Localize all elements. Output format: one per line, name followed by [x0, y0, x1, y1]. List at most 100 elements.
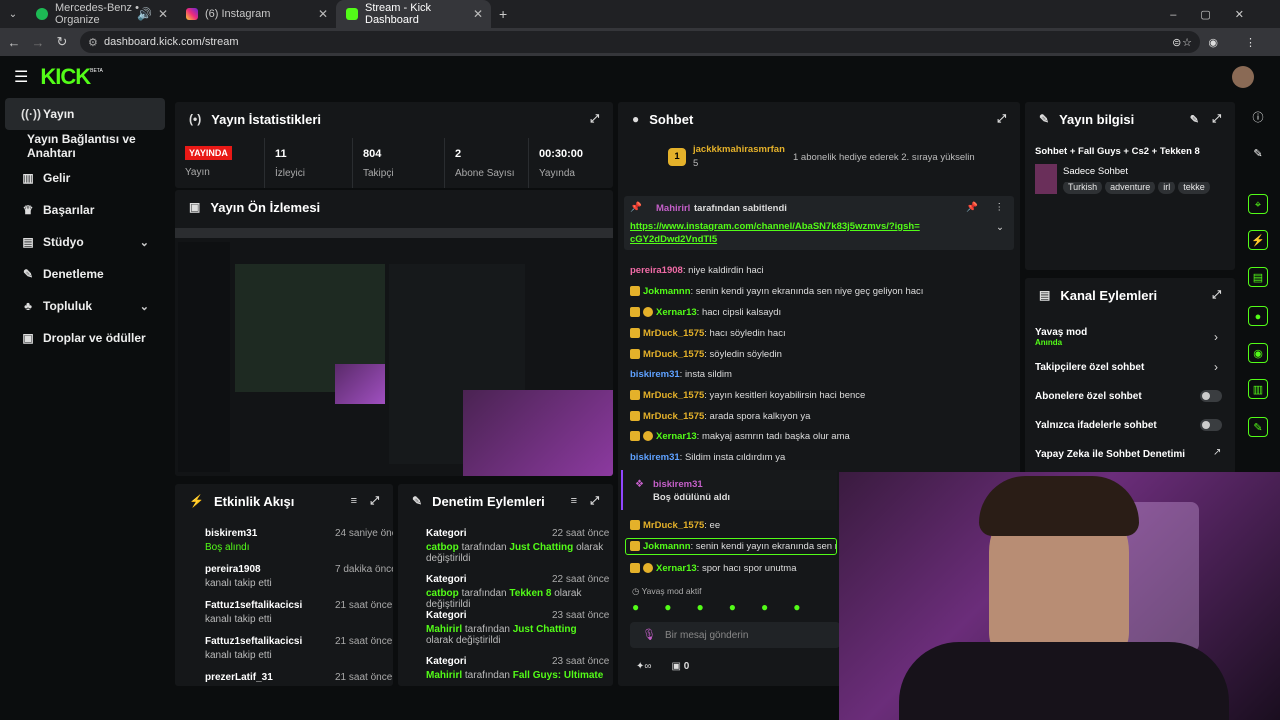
message-user[interactable]: Jokmannn	[643, 541, 691, 552]
window-controls[interactable]: –▢✕	[1170, 8, 1268, 21]
message-user[interactable]: MrDuck_1575	[643, 349, 704, 360]
expand-icon[interactable]: ⤢	[1212, 113, 1221, 126]
sidebar-item-gelir[interactable]: ▥ Gelir	[5, 162, 165, 194]
new-tab-icon[interactable]: +	[499, 6, 507, 22]
sidebar-item-droplar[interactable]: ▣ Droplar ve ödüller	[5, 322, 165, 354]
crown-badge-icon	[630, 563, 640, 574]
chevron-down-icon[interactable]: ⌄	[996, 222, 1004, 233]
emote-only-toggle[interactable]	[1200, 419, 1222, 431]
menu-icon[interactable]: ☰	[14, 67, 28, 87]
crown-badge-icon	[630, 411, 640, 422]
emote-bar[interactable]: ●●●●●●	[632, 600, 838, 616]
expand-icon[interactable]: ⤢	[590, 113, 599, 126]
action-slow-mode[interactable]: Yavaş mod Anında	[1035, 327, 1087, 347]
lightning-icon[interactable]: ⚡	[1248, 230, 1268, 250]
document-icon[interactable]: ▤	[1248, 267, 1268, 287]
chat-message: MrDuck_1575: yayın kesitleri koyabilirsi…	[630, 390, 865, 401]
right-rail: ⓘ ✎ ⌖ ⚡ ▤ ● ◉ ▥ ✎	[1240, 100, 1280, 470]
event-desc: kanalı takip etti	[205, 650, 272, 661]
chevron-right-icon[interactable]: ›	[1214, 330, 1218, 344]
preview-video[interactable]	[175, 228, 613, 476]
close-icon[interactable]: ✕	[318, 7, 328, 21]
sidebar-item-studyo[interactable]: ▤ Stüdyo ⌄	[5, 226, 165, 258]
message-user[interactable]: pereira1908	[630, 265, 683, 276]
edit-icon[interactable]: ✎	[1248, 144, 1268, 164]
forward-icon[interactable]: →	[26, 35, 50, 50]
tab-instagram[interactable]: (6) Instagram ✕	[176, 0, 336, 28]
sidebar-item-denetleme[interactable]: ✎ Denetleme	[5, 258, 165, 290]
close-icon[interactable]: ✕	[158, 7, 168, 21]
more-icon[interactable]: ⋮	[995, 202, 1005, 213]
sidebar-item-basarilar[interactable]: ♛ Başarılar	[5, 194, 165, 226]
info-icon[interactable]: ⓘ	[1248, 108, 1268, 128]
expand-icon[interactable]: ⤢	[590, 495, 599, 508]
message-user[interactable]: biskirem31	[630, 369, 680, 380]
spotify-icon	[36, 8, 48, 20]
sidebar-item-stream-key[interactable]: Yayın Bağlantısı ve Anahtarı	[5, 130, 165, 162]
expand-icon[interactable]: ⤢	[1212, 289, 1221, 302]
points-icon[interactable]: ✦∞	[636, 661, 652, 672]
action-ai-moderation[interactable]: Yapay Zeka ile Sohbet Denetimi	[1035, 449, 1185, 460]
tab-kick-dashboard[interactable]: Stream - Kick Dashboard ✕	[336, 0, 491, 28]
external-link-icon[interactable]: ↗	[1213, 447, 1221, 458]
event-user: Mahirirl	[426, 624, 463, 635]
kick-logo[interactable]: KICK	[40, 64, 91, 90]
gift-leaderboard[interactable]: 1 jackkkmahirasmrfan 5 1 abonelik hediye…	[668, 142, 1008, 172]
message-user[interactable]: Xernar13	[656, 563, 697, 574]
crown-badge-icon	[630, 520, 640, 531]
tag[interactable]: adventure	[1105, 182, 1156, 194]
site-info-icon[interactable]: ⚙	[88, 36, 98, 49]
event-user: Mahirirl	[426, 670, 463, 681]
avatar[interactable]	[1232, 66, 1254, 88]
address-bar[interactable]: dashboard.kick.com/stream ⚙	[80, 31, 1200, 53]
action-emote-only: Yalnızca ifadelerle sohbet	[1035, 420, 1157, 431]
beta-badge: BETA	[90, 68, 103, 74]
chat-icon[interactable]: ●	[1248, 306, 1268, 326]
filter-icon[interactable]: ≡	[351, 495, 357, 507]
filter-icon[interactable]: ≡	[571, 495, 577, 507]
wrench-icon[interactable]: ✎	[1248, 417, 1268, 437]
unpin-icon[interactable]: 📌	[966, 202, 978, 213]
message-user[interactable]: MrDuck_1575	[643, 411, 704, 422]
tab-mercedes[interactable]: Mercedes-Benz • Organize 🔊 ✕	[26, 0, 176, 28]
pinned-link[interactable]: https://www.instagram.com/channel/AbaSN7…	[630, 220, 920, 246]
message-user[interactable]: MrDuck_1575	[643, 328, 704, 339]
message-user[interactable]: biskirem31	[630, 452, 680, 463]
sidebar-item-label: Stüdyo	[43, 235, 84, 249]
scan-icon[interactable]: ⌖	[1248, 194, 1268, 214]
message-text: spor hacı spor unutma	[701, 563, 797, 574]
tab-search-icon[interactable]: ⌄	[0, 9, 26, 20]
message-user[interactable]: Xernar13	[656, 307, 697, 318]
tag[interactable]: Turkish	[1063, 182, 1103, 194]
action-sub: Anında	[1035, 338, 1063, 347]
profile-icon[interactable]: ⊜ ◉ ⋮	[1172, 36, 1268, 49]
expand-icon[interactable]: ⤢	[370, 495, 379, 508]
sidebar-item-topluluk[interactable]: ♣ Topluluk ⌄	[5, 290, 165, 322]
message-user[interactable]: Jokmannn	[643, 286, 691, 297]
subs-only-toggle[interactable]	[1200, 390, 1222, 402]
message-user[interactable]: MrDuck_1575	[643, 390, 704, 401]
close-icon[interactable]: ✕	[473, 7, 483, 21]
reload-icon[interactable]: ↻	[50, 34, 74, 50]
activity-panel: ⚡ Etkinlik Akışı ≡ ⤢ biskirem31 Boş alındı 24…	[175, 484, 393, 686]
webcam-overlay	[839, 472, 1280, 720]
sidebar: ((·)) Yayın Yayın Bağlantısı ve Anahtarı …	[0, 98, 170, 698]
preview-browser-bar	[175, 228, 613, 238]
event-user: catbop	[426, 588, 459, 599]
message-user[interactable]: MrDuck_1575	[643, 520, 704, 531]
chat-input[interactable]: 🎙 Bir mesaj gönderin	[630, 622, 840, 648]
tag[interactable]: tekke	[1178, 182, 1210, 194]
stat-label: Takipçi	[363, 168, 394, 179]
actions-icon[interactable]: ▥	[1248, 379, 1268, 399]
microphone-icon[interactable]: 🎙	[642, 628, 656, 641]
gift-icon[interactable]: ▣	[672, 661, 681, 672]
message-user[interactable]: Xernar13	[656, 431, 697, 442]
expand-icon[interactable]: ⤢	[997, 113, 1006, 126]
broadcast-icon[interactable]: ◉	[1248, 343, 1268, 363]
chevron-right-icon[interactable]: ›	[1214, 360, 1218, 374]
tag[interactable]: irl	[1158, 182, 1176, 194]
edit-icon[interactable]: ✎	[1190, 113, 1199, 126]
action-followers-only[interactable]: Takipçilere özel sohbet	[1035, 362, 1144, 373]
sidebar-item-yayin[interactable]: ((·)) Yayın	[5, 98, 165, 130]
back-icon[interactable]: ←	[2, 35, 26, 50]
